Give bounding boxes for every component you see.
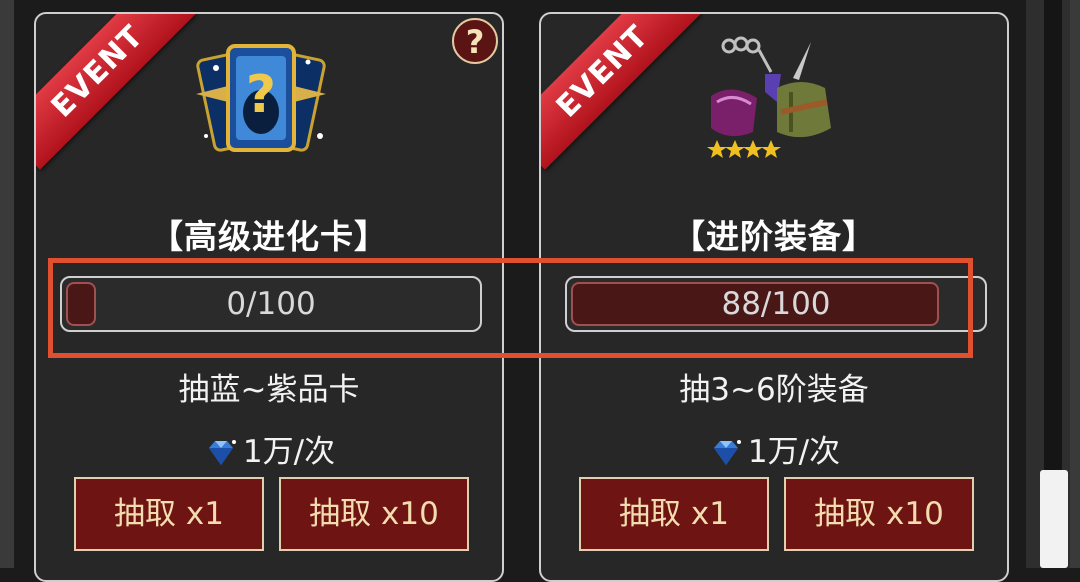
- progress-highlight-box: [48, 258, 973, 358]
- right-frame-edge: [1070, 0, 1080, 568]
- help-button[interactable]: ?: [452, 18, 498, 64]
- draw-x1-button[interactable]: 抽取 x1: [579, 477, 769, 551]
- draw-cost: 1万/次: [541, 426, 1007, 471]
- equipment-set-icon: [707, 36, 831, 158]
- svg-text:?: ?: [246, 65, 276, 125]
- scrollbar-thumb[interactable]: [1040, 470, 1068, 568]
- diamond-icon: [713, 440, 741, 465]
- card-title: 【进阶装备】: [672, 217, 876, 256]
- draw-x10-button[interactable]: 抽取 x10: [784, 477, 974, 551]
- event-ribbon-label: EVENT: [541, 14, 701, 170]
- draw-cost: 1万/次: [36, 426, 502, 471]
- draw-cost-value: 1万/次: [242, 434, 336, 470]
- draw-x1-button[interactable]: 抽取 x1: [74, 477, 264, 551]
- mystery-card-icon: ?: [196, 44, 326, 152]
- draw-x10-button[interactable]: 抽取 x10: [279, 477, 469, 551]
- card-title: 【高级进化卡】: [150, 217, 388, 256]
- left-frame-edge: [0, 0, 14, 568]
- event-ribbon-label: EVENT: [36, 14, 196, 170]
- draw-description: 抽3~6阶装备: [679, 372, 869, 408]
- draw-description: 抽蓝~紫品卡: [178, 372, 360, 408]
- diamond-icon: [208, 440, 236, 465]
- draw-cost-value: 1万/次: [747, 434, 841, 470]
